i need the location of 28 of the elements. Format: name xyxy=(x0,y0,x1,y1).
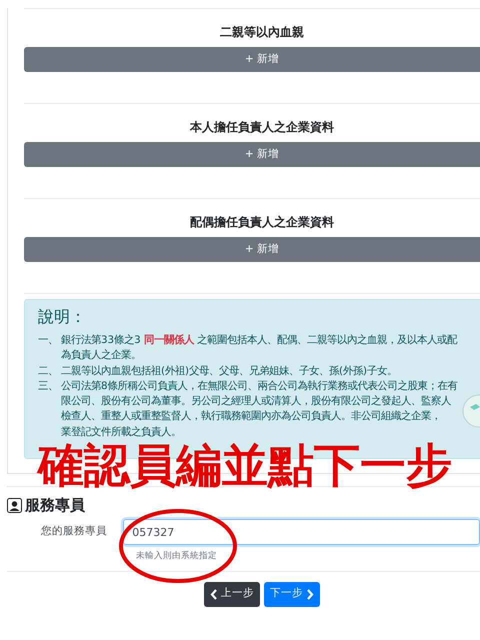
person-icon xyxy=(7,498,22,512)
service-input[interactable]: 057327 xyxy=(123,519,480,545)
field-label: 您的服務專員 xyxy=(40,524,108,540)
chevron-left-icon xyxy=(210,588,218,600)
help-text: 未輸入則由系統指定 xyxy=(136,550,217,563)
add-button[interactable]: + 新增 xyxy=(24,142,480,167)
note-line: 公司法第8條所稱公司負責人，在無限公司、兩合公司為執行業務或代表公司之股東；在有 xyxy=(61,378,458,394)
section-title: 本人擔任負責人之企業資料 xyxy=(188,119,335,135)
note-line: 二親等以內血親包括祖(外祖)父母、父母、兄弟姐妹、子女、孫(外孫)子女。 xyxy=(61,364,398,379)
note-line: 限公司、股份有公司為董事。另公司之經理人或清算人，股份有限公司之發起人、監察人 xyxy=(61,394,451,410)
add-button[interactable]: + 新增 xyxy=(24,237,480,262)
note-line: 銀行法第33條之3 同一關係人 之範圍包括本人、配偶、二親等以內之血親，及以本人或配 xyxy=(61,333,458,348)
previous-button[interactable]: 上一步 xyxy=(204,582,260,607)
notes-title: 說明： xyxy=(38,306,86,328)
note-marker: 三、 xyxy=(38,378,59,394)
floating-widget-icon xyxy=(462,394,480,428)
next-button[interactable]: 下一步 xyxy=(264,582,320,607)
note-line: 檢查人、重整人或重整監督人，執行職務範圍內亦為公司負責人。非公司組織之企業， xyxy=(61,409,441,424)
annotation-text: 確認員編並點下一步 xyxy=(38,440,452,490)
note-line: 為負責人之企業。 xyxy=(61,348,141,364)
add-button[interactable]: + 新增 xyxy=(24,47,480,72)
section-title: 二親等以內血親 xyxy=(219,24,305,40)
section-heading: 服務專員 xyxy=(25,495,85,515)
note-marker: 二、 xyxy=(38,364,59,379)
chevron-right-icon xyxy=(306,588,314,600)
note-line: 業登記文件所載之負責人。 xyxy=(61,424,181,440)
note-marker: 一、 xyxy=(38,333,59,348)
section-title: 配偶擔任負責人之企業資料 xyxy=(189,214,335,230)
